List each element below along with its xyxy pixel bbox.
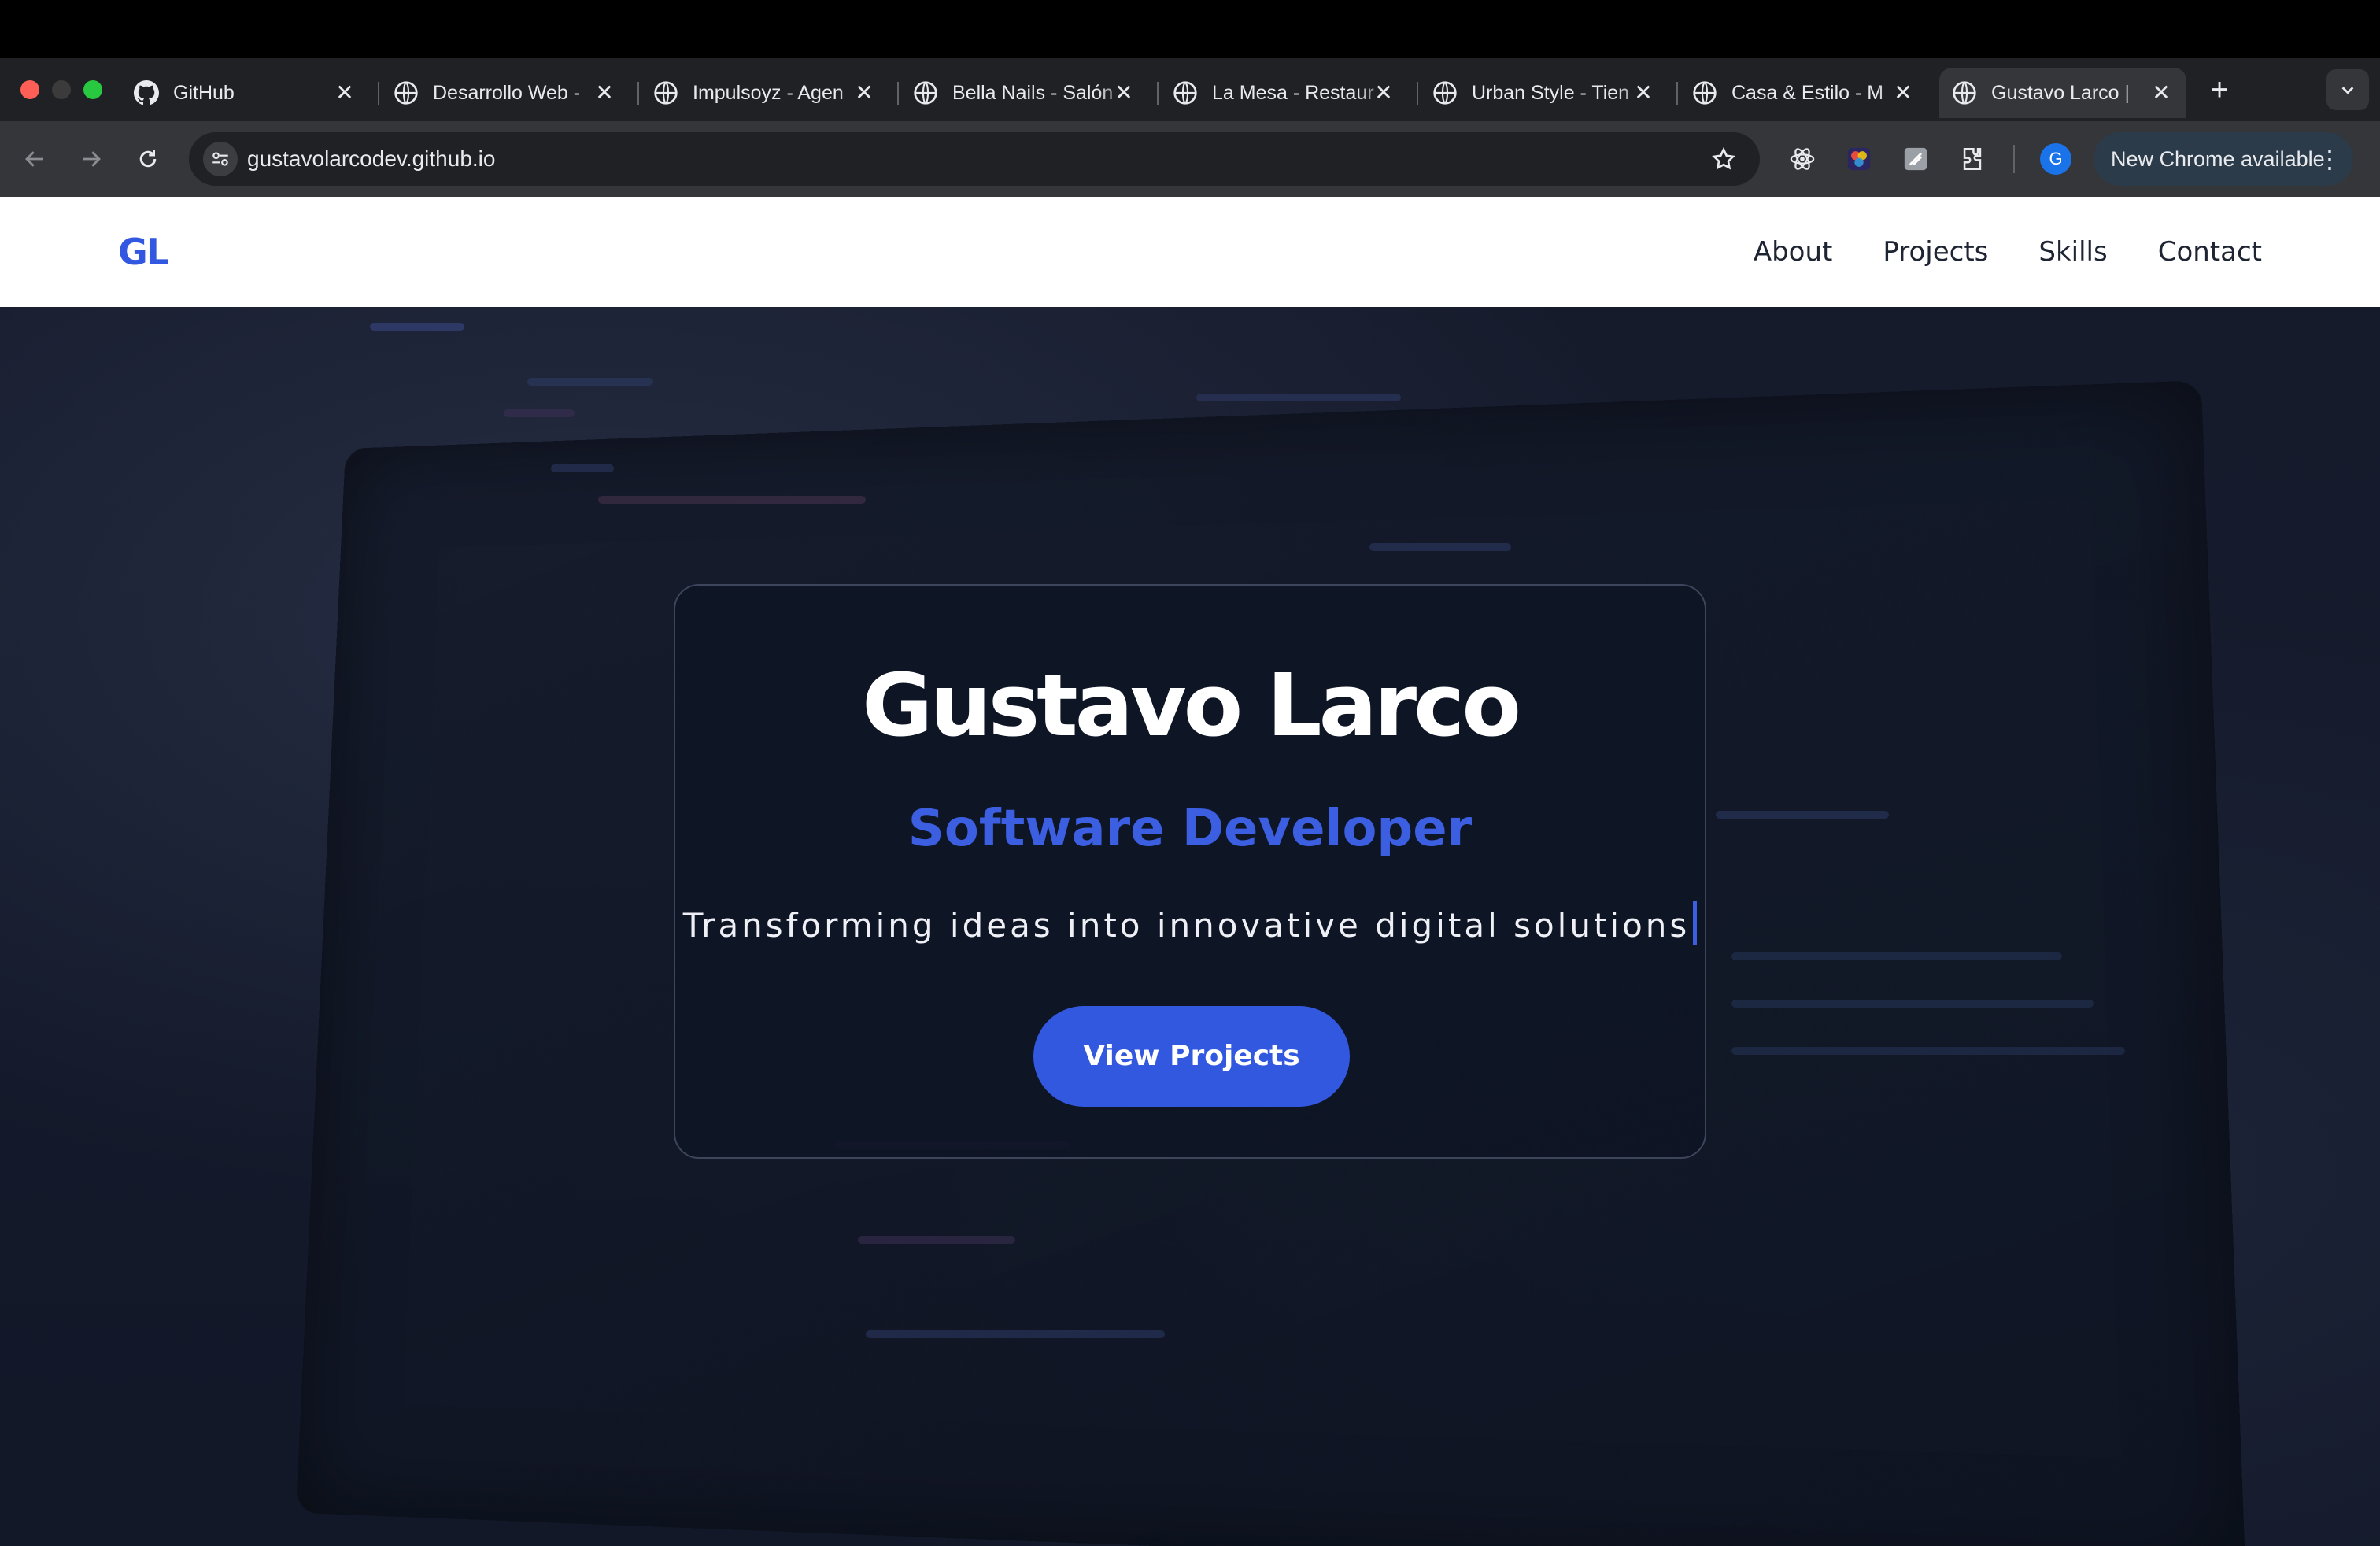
react-devtools-icon[interactable] <box>1787 143 1818 175</box>
tab-close-icon[interactable]: ✕ <box>2150 82 2172 104</box>
code-line <box>858 1236 1015 1244</box>
code-line <box>1731 1000 2094 1008</box>
globe-icon <box>1433 81 1457 105</box>
chrome-update-button[interactable]: New Chrome available ⋮ <box>2094 132 2353 186</box>
back-button[interactable] <box>17 142 52 176</box>
globe-icon <box>1173 81 1197 105</box>
hero-tagline-wrap: Transforming ideas into innovative digit… <box>675 901 1705 945</box>
arrow-right-icon <box>83 151 101 167</box>
more-vert-icon[interactable]: ⋮ <box>2317 132 2342 186</box>
tab-bella-nails[interactable]: Bella Nails - Salón ✕ <box>913 68 1149 118</box>
tab-casa-estilo[interactable]: Casa & Estilo - M ✕ <box>1692 68 1928 118</box>
reload-button[interactable] <box>131 142 165 176</box>
arrow-left-icon <box>25 151 42 167</box>
code-line <box>1369 543 1511 551</box>
hero-card: Gustavo Larco Software Developer Transfo… <box>674 584 1706 1159</box>
tab-la-mesa[interactable]: La Mesa - Restaur ✕ <box>1173 68 1409 118</box>
zoom-window-button[interactable] <box>83 80 102 99</box>
globe-icon <box>654 81 678 105</box>
tab-divider <box>638 82 639 105</box>
minimize-window-button[interactable] <box>52 80 71 99</box>
tab-title: Casa & Estilo - M <box>1731 81 1884 104</box>
nav-link-projects[interactable]: Projects <box>1883 236 1988 268</box>
tab-title: Impulsoyz - Agen <box>693 81 844 104</box>
hero-tagline: Transforming ideas into innovative digit… <box>682 906 1691 945</box>
nav-link-skills[interactable]: Skills <box>2038 236 2107 268</box>
close-window-button[interactable] <box>20 80 39 99</box>
forward-button[interactable] <box>74 142 109 176</box>
tab-close-icon[interactable]: ✕ <box>334 82 356 104</box>
screen-top-bar <box>0 0 2380 58</box>
site-logo[interactable]: GL <box>118 197 169 307</box>
site-settings-icon[interactable] <box>203 142 238 176</box>
code-line <box>1731 1047 2125 1055</box>
tab-desarrollo-web[interactable]: Desarrollo Web - ✕ <box>394 68 630 118</box>
tab-title: Gustavo Larco | <box>1991 81 2131 104</box>
tab-divider <box>897 82 899 105</box>
hero-name: Gustavo Larco <box>862 655 1521 756</box>
tab-close-icon[interactable]: ✕ <box>593 82 615 104</box>
tab-divider <box>1157 82 1159 105</box>
tab-impulsoyz[interactable]: Impulsoyz - Agen ✕ <box>653 68 889 118</box>
globe-icon <box>914 81 937 105</box>
code-line <box>1731 952 2062 960</box>
new-tab-button[interactable]: + <box>2204 74 2235 105</box>
site-navbar: GL About Projects Skills Contact <box>0 197 2380 307</box>
typing-cursor <box>1693 901 1698 945</box>
code-line <box>370 323 464 331</box>
browser-tab-bar: GitHub ✕ Desarrollo Web - ✕ Impulsoyz - … <box>0 58 2380 121</box>
tab-search-button[interactable] <box>2326 69 2369 110</box>
tab-divider <box>1676 82 1678 105</box>
view-projects-button[interactable]: View Projects <box>1033 1006 1350 1107</box>
nav-link-contact[interactable]: Contact <box>2158 236 2262 268</box>
tab-title: Desarrollo Web - <box>433 81 581 104</box>
bookmark-star-icon[interactable] <box>1708 143 1739 175</box>
update-label: New Chrome available <box>2111 147 2325 171</box>
tab-divider <box>378 82 379 105</box>
globe-icon <box>1693 81 1717 105</box>
code-line <box>598 496 866 504</box>
code-line <box>1196 394 1401 401</box>
extensions-puzzle-icon[interactable] <box>1957 143 1988 175</box>
tab-close-icon[interactable]: ✕ <box>1373 82 1395 104</box>
tab-title: Urban Style - Tien <box>1472 81 1630 104</box>
tab-urban-style[interactable]: Urban Style - Tien ✕ <box>1432 68 1669 118</box>
color-extension-icon[interactable] <box>1843 143 1875 175</box>
chevron-down-icon <box>2341 87 2354 94</box>
notes-extension-icon[interactable] <box>1900 143 1931 175</box>
nav-link-about[interactable]: About <box>1754 236 1833 268</box>
nav-links: About Projects Skills Contact <box>1754 197 2262 307</box>
tab-close-icon[interactable]: ✕ <box>853 82 875 104</box>
tab-gustavo-larco[interactable]: Gustavo Larco | ✕ <box>1939 68 2186 118</box>
github-icon <box>134 80 159 105</box>
globe-icon <box>1953 81 1976 105</box>
profile-avatar[interactable]: G <box>2040 143 2071 175</box>
address-bar[interactable]: gustavolarcodev.github.io <box>189 132 1760 186</box>
tab-title: La Mesa - Restaur <box>1212 81 1374 104</box>
code-line <box>504 409 575 417</box>
reload-icon <box>139 150 157 168</box>
toolbar-divider <box>2013 145 2015 173</box>
globe-icon <box>394 81 418 105</box>
tab-close-icon[interactable]: ✕ <box>1113 82 1135 104</box>
browser-toolbar: gustavolarcodev.github.io G New Chrome a… <box>0 121 2380 197</box>
tab-github[interactable]: GitHub ✕ <box>134 68 370 118</box>
tab-title: GitHub <box>173 81 235 104</box>
code-line <box>527 378 653 386</box>
tab-close-icon[interactable]: ✕ <box>1892 82 1914 104</box>
code-line <box>1716 811 1889 819</box>
tab-title: Bella Nails - Salón <box>952 81 1114 104</box>
tab-close-icon[interactable]: ✕ <box>1632 82 1654 104</box>
hero-role: Software Developer <box>907 800 1473 858</box>
url-text[interactable]: gustavolarcodev.github.io <box>247 132 495 186</box>
code-line <box>866 1330 1165 1338</box>
tab-divider <box>1417 82 1418 105</box>
web-page: GL About Projects Skills Contact Gustavo… <box>0 197 2380 1546</box>
code-line <box>551 464 614 472</box>
